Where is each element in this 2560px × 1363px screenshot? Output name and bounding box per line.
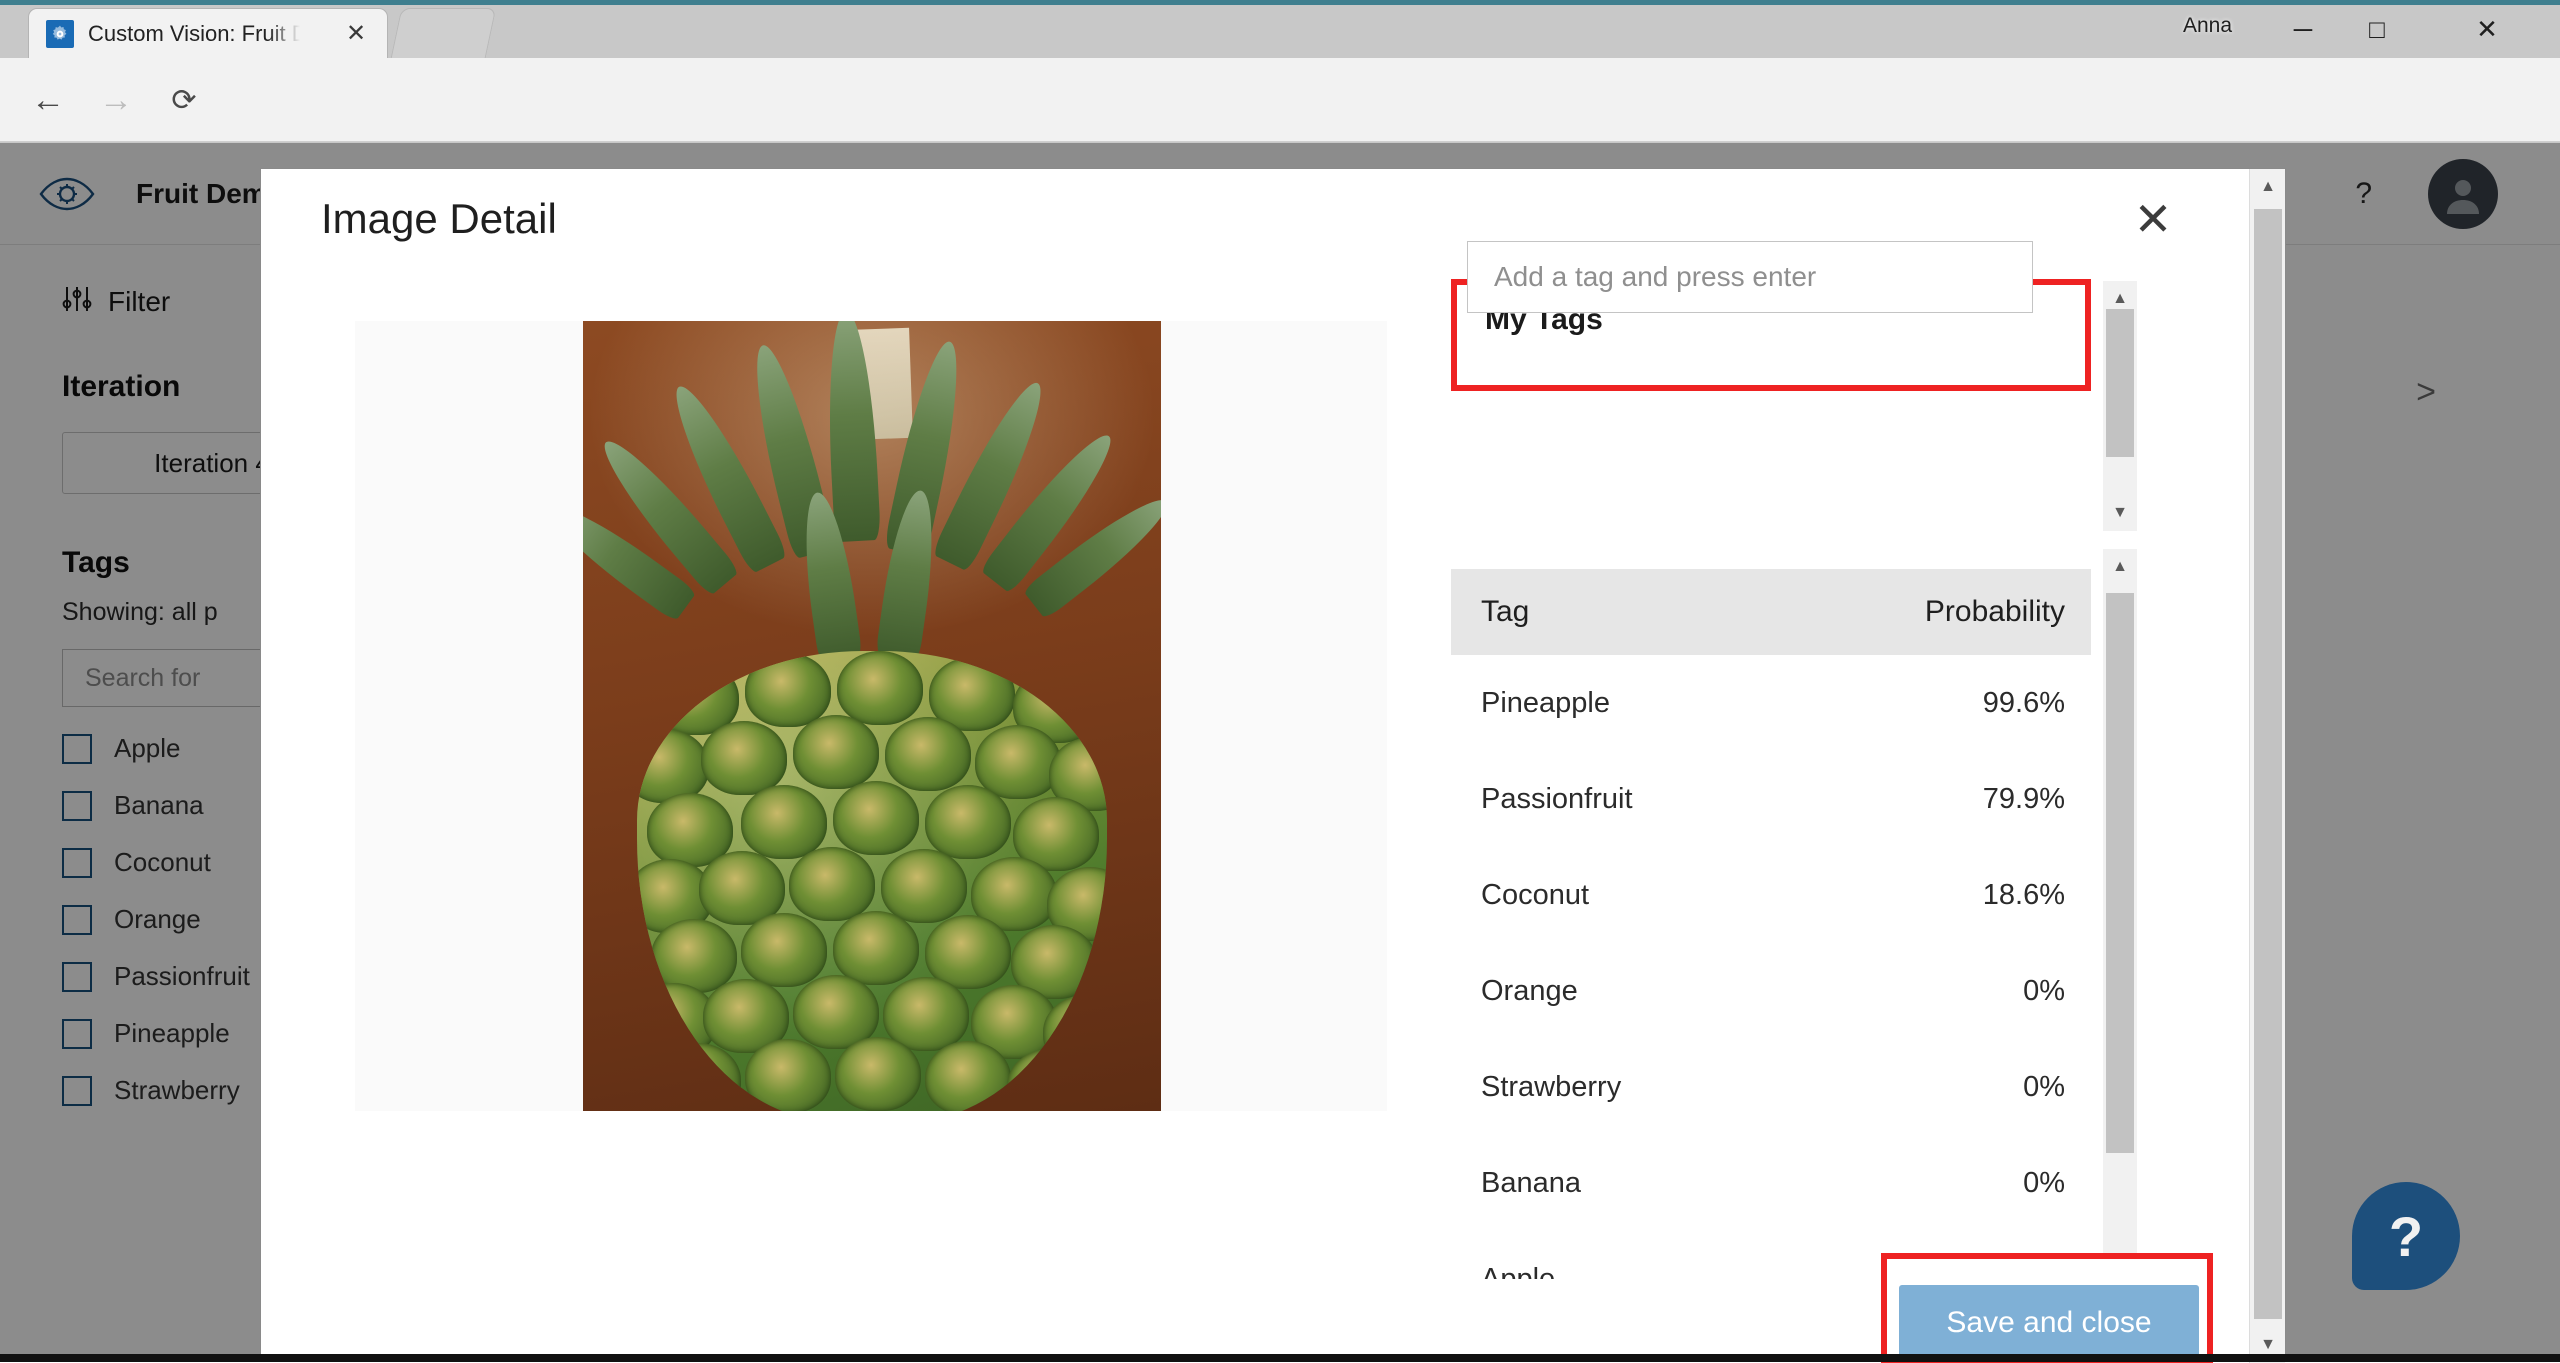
cell-probability: 18.6% [1983,879,2065,912]
scrollbar-thumb[interactable] [2106,309,2134,457]
modal-scrollbar[interactable]: ▲ ▼ [2249,169,2285,1363]
window-bottom-edge [0,1354,2560,1362]
cell-tag: Pineapple [1481,687,1610,720]
custom-vision-gear-icon [46,20,74,48]
reload-icon[interactable]: ⟳ [154,70,214,130]
table-row: Passionfruit 79.9% [1451,751,2091,847]
cell-tag: Apple [1481,1263,1555,1280]
browser-title-bar: Custom Vision: Fruit Dem ✕ Anna ─ □ ✕ [0,0,2560,58]
cell-tag: Strawberry [1481,1071,1621,1104]
browser-toolbar: ← → ⟳ Secure https://customvision.ai/pro… [0,58,2560,142]
image-preview-panel [355,321,1387,1111]
column-header-tag: Tag [1481,595,1529,629]
predictions-table-scrollbar[interactable]: ▲ ▼ [2103,549,2137,1279]
column-header-probability: Probability [1925,595,2065,629]
add-tag-input[interactable]: Add a tag and press enter [1467,241,2033,313]
browser-tab-active[interactable]: Custom Vision: Fruit Dem ✕ [28,8,388,58]
tab-close-icon[interactable]: ✕ [343,22,369,48]
cell-probability: 0% [2023,975,2065,1008]
scrollbar-thumb[interactable] [2254,209,2282,1319]
table-row: Pineapple 99.6% [1451,655,2091,751]
save-button-highlight: Save and close [1881,1253,2213,1363]
browser-tab-placeholder[interactable] [391,8,497,58]
pineapple-photo [583,321,1161,1111]
window-minimize-button[interactable]: ─ [2266,0,2340,58]
image-detail-modal: Image Detail ✕ [260,168,2286,1362]
cell-tag: Coconut [1481,879,1589,912]
window-user-label: Anna [2183,14,2232,38]
predictions-table: Tag Probability Pineapple 99.6% Passionf… [1451,569,2091,1279]
modal-title: Image Detail [321,195,557,243]
table-row: Strawberry 0% [1451,1039,2091,1135]
scroll-down-icon[interactable]: ▼ [2103,495,2137,531]
cell-probability: 0% [2023,1071,2065,1104]
cell-probability: 99.6% [1983,687,2065,720]
cell-probability: 79.9% [1983,783,2065,816]
back-icon[interactable]: ← [18,70,78,130]
cell-tag: Banana [1481,1167,1581,1200]
my-tags-scrollbar[interactable]: ▲ ▼ [2103,281,2137,531]
cell-tag: Passionfruit [1481,783,1633,816]
cell-tag: Orange [1481,975,1578,1008]
table-row: Coconut 18.6% [1451,847,2091,943]
table-row: Banana 0% [1451,1135,2091,1231]
table-header-row: Tag Probability [1451,569,2091,655]
tab-strip: Custom Vision: Fruit Dem ✕ [0,5,2560,58]
scroll-up-icon[interactable]: ▲ [2103,549,2137,585]
help-chat-button[interactable]: ? [2352,1182,2460,1290]
scroll-up-icon[interactable]: ▲ [2250,169,2286,205]
window-maximize-button[interactable]: □ [2340,0,2414,58]
browser-window: Custom Vision: Fruit Dem ✕ Anna ─ □ ✕ ← … [0,0,2560,1362]
window-close-button[interactable]: ✕ [2450,0,2524,58]
cell-probability: 0% [2023,1167,2065,1200]
browser-tab-title: Custom Vision: Fruit Dem [88,21,300,47]
scrollbar-thumb[interactable] [2106,593,2134,1153]
table-row: Orange 0% [1451,943,2091,1039]
modal-right-column: My Tags Add a tag and press enter ▲ ▼ Ta… [1439,169,2251,1363]
save-and-close-button[interactable]: Save and close [1899,1285,2199,1361]
forward-icon[interactable]: → [86,70,146,130]
